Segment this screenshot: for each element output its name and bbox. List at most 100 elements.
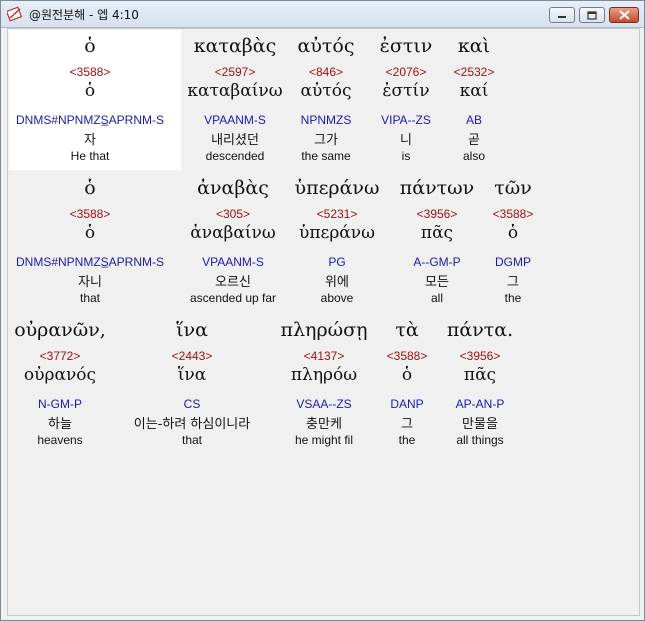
parsing-code: VIPA--ZS (381, 113, 431, 127)
strong-number[interactable]: <846> (309, 65, 343, 79)
english-gloss: He that (70, 149, 110, 163)
strong-number[interactable]: <4137> (304, 349, 345, 363)
korean-gloss: 이는-하려 하심이니라 (133, 417, 251, 432)
korean-gloss: 내리셨던 (211, 133, 259, 148)
korean-gloss: 만물을 (462, 417, 498, 432)
minimize-icon (558, 16, 566, 18)
parsing-code: NPNMZS (300, 113, 352, 127)
korean-gloss: 자 (84, 133, 96, 148)
korean-gloss: 곧 (468, 133, 480, 148)
korean-gloss: 충만케 (306, 417, 342, 432)
strong-number[interactable]: <305> (216, 207, 250, 221)
korean-gloss: 니 (400, 133, 412, 148)
english-gloss: he might fil (294, 433, 354, 447)
lemma: καί (459, 81, 489, 101)
korean-gloss: 그 (507, 275, 519, 290)
english-gloss: all things (456, 433, 504, 447)
greek-word: οὐρανῶν, (14, 319, 106, 341)
maximize-button[interactable] (579, 7, 605, 23)
close-button[interactable] (609, 7, 639, 23)
english-gloss: that (181, 433, 203, 447)
parsing-code: DNMS#NPNMZS̲APRNM-S (15, 255, 165, 269)
strong-number[interactable]: <3772> (40, 349, 81, 363)
lemma: οὐρανός (23, 365, 97, 385)
greek-word: καταβὰς (193, 35, 277, 57)
english-gloss: above (320, 291, 354, 305)
greek-word: πληρώσῃ (280, 319, 368, 341)
english-gloss: that (79, 291, 101, 305)
parsing-code: AB (465, 113, 483, 127)
lemma: πᾶς (463, 365, 497, 385)
lemma: ἐστίν (382, 81, 430, 101)
korean-gloss: 위에 (325, 275, 349, 290)
english-gloss: the (398, 433, 416, 447)
strong-number[interactable]: <2532> (454, 65, 495, 79)
greek-word: ἐστιν (379, 35, 433, 57)
strong-number[interactable]: <2597> (215, 65, 256, 79)
korean-gloss: 그가 (314, 133, 338, 148)
korean-gloss: 하늘 (48, 417, 72, 432)
greek-word: ὑπεράνω (294, 177, 380, 199)
english-gloss: all (430, 291, 444, 305)
korean-gloss: 오르신 (215, 275, 251, 290)
english-gloss: ascended up far (189, 291, 277, 305)
parsing-code: A--GM-P (413, 255, 461, 269)
maximize-icon (587, 10, 597, 20)
korean-gloss: 그 (401, 417, 413, 432)
lemma: ὁ (507, 223, 519, 243)
lemma: πᾶς (420, 223, 454, 243)
greek-word: ἵνα (176, 319, 208, 341)
lemma: ὁ (84, 223, 96, 243)
english-gloss: the (504, 291, 522, 305)
window-title: @원전분해 - 엡 4:10 (29, 8, 139, 22)
greek-word: τὰ (395, 319, 419, 341)
strong-number[interactable]: <3588> (70, 65, 111, 79)
greek-word: ἀναβὰς (197, 177, 269, 199)
greek-word: αὐτός (297, 35, 355, 57)
title-bar[interactable]: @원전분해 - 엡 4:10 (1, 1, 644, 28)
lemma: ἵνα (177, 365, 207, 385)
lemma: ὁ (84, 81, 96, 101)
parsing-code: DANP (390, 397, 424, 411)
english-gloss: also (462, 149, 486, 163)
lemma: ὑπεράνω (299, 223, 375, 243)
english-gloss: heavens (37, 433, 83, 447)
lemma: ὁ (401, 365, 413, 385)
parsing-code: CS (183, 397, 201, 411)
app-icon (7, 6, 23, 22)
strong-number[interactable]: <3588> (387, 349, 428, 363)
lemma: καταβαίνω (187, 81, 283, 101)
strong-number[interactable]: <5231> (317, 207, 358, 221)
lemma: ἀναβαίνω (190, 223, 276, 243)
parsing-code: DNMS#NPNMZS̲APRNM-S (15, 113, 165, 127)
greek-word: ὁ (84, 35, 96, 57)
parsing-code: VPAANM-S (204, 113, 266, 127)
strong-number[interactable]: <3956> (417, 207, 458, 221)
parsing-code: VSAA--ZS (296, 397, 352, 411)
strong-number[interactable]: <3588> (493, 207, 534, 221)
lemma: αὐτός (300, 81, 352, 101)
korean-gloss: 자니 (78, 275, 102, 290)
app-window: @원전분해 - 엡 4:10 ὁ <3588> ὁ DNMS#NPNMZS̲AP… (0, 0, 645, 621)
greek-word: τῶν (494, 177, 532, 199)
korean-gloss: 모든 (425, 275, 449, 290)
greek-word: ὁ (84, 177, 96, 199)
interlinear-panel[interactable]: ὁ <3588> ὁ DNMS#NPNMZS̲APRNM-S 자 He that… (7, 28, 640, 616)
minimize-button[interactable] (549, 7, 575, 23)
strong-number[interactable]: <3588> (70, 207, 111, 221)
lemma: πληρόω (290, 365, 358, 385)
strong-number[interactable]: <2443> (172, 349, 213, 363)
english-gloss: the same (301, 149, 351, 163)
english-gloss: descended (205, 149, 265, 163)
parsing-code: VPAANM-S (202, 255, 264, 269)
greek-word: καὶ (457, 35, 491, 57)
parsing-code: AP-AN-P (455, 397, 505, 411)
greek-word: πάντων (399, 177, 475, 199)
strong-number[interactable]: <3956> (460, 349, 501, 363)
parsing-code: PG (328, 255, 346, 269)
parsing-code: N-GM-P (38, 397, 82, 411)
english-gloss: is (401, 149, 411, 163)
greek-word: πάντα. (446, 319, 514, 341)
parsing-code: DGMP (495, 255, 531, 269)
strong-number[interactable]: <2076> (386, 65, 427, 79)
